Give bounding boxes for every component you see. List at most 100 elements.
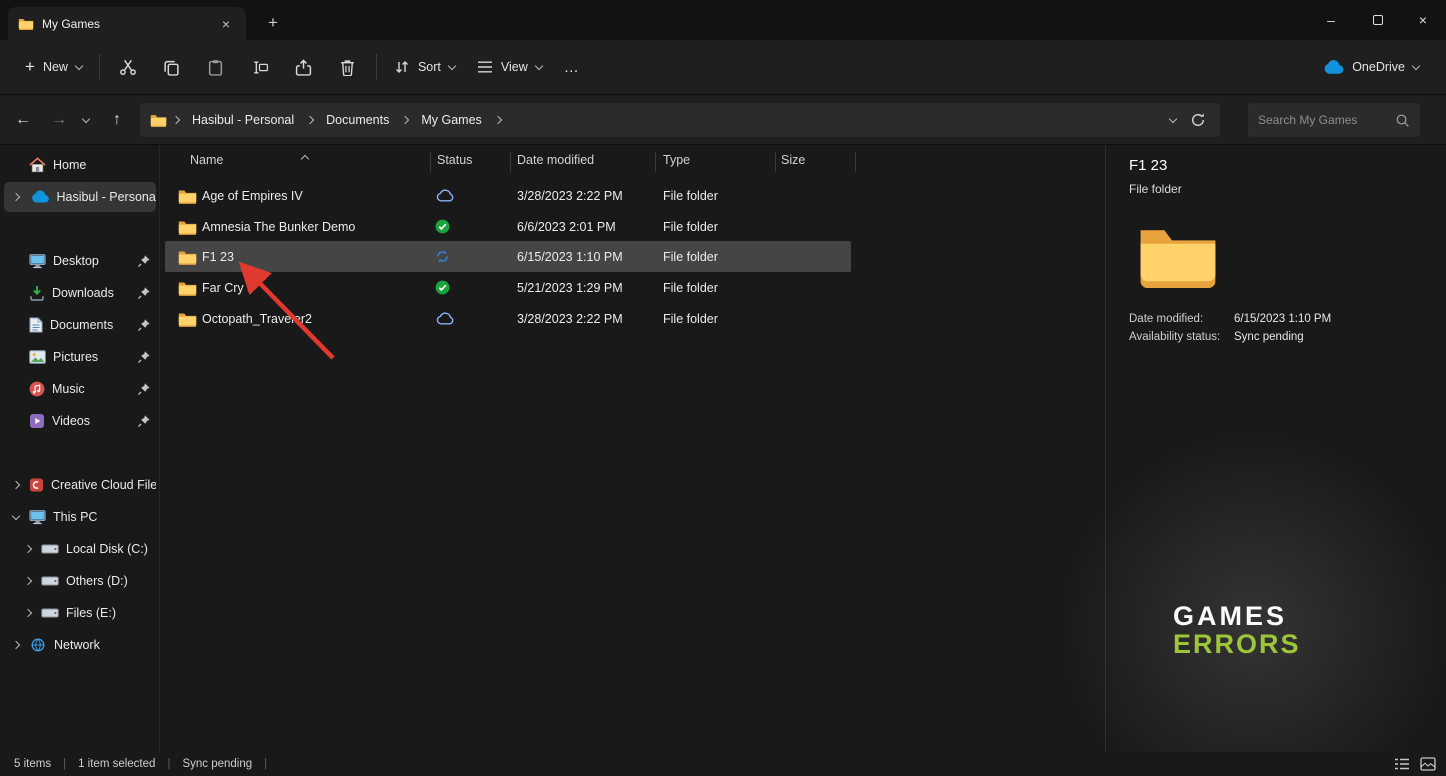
sidebar-item-pictures[interactable]: Pictures [4, 342, 156, 372]
breadcrumb-chevron-icon[interactable] [304, 117, 316, 123]
file-name[interactable]: Octopath_Traveler2 [202, 303, 312, 334]
column-header-name[interactable]: Name [190, 153, 223, 167]
breadcrumb-item[interactable]: My Games [414, 109, 488, 131]
sort-icon [394, 59, 410, 75]
breadcrumb-chevron-icon[interactable] [492, 117, 504, 123]
pin-icon [137, 382, 151, 396]
close-button[interactable]: × [1400, 0, 1446, 40]
column-header-status[interactable]: Status [437, 153, 472, 167]
sidebar-item-others-d[interactable]: Others (D:) [4, 566, 156, 596]
back-button[interactable]: ← [8, 105, 38, 135]
up-button[interactable]: ↑ [102, 105, 132, 135]
details-availability-value: Sync pending [1234, 331, 1304, 343]
details-subtitle: File folder [1129, 182, 1182, 196]
file-name[interactable]: Far Cry 5 [202, 272, 254, 303]
file-name[interactable]: Age of Empires IV [202, 180, 303, 211]
column-divider[interactable] [855, 152, 856, 172]
rename-button[interactable] [238, 50, 282, 84]
sidebar-item-label: Others (D:) [66, 574, 128, 588]
view-button[interactable]: View [466, 52, 553, 82]
chevron-right-icon[interactable] [22, 610, 34, 616]
refresh-icon[interactable] [1190, 112, 1206, 128]
file-row[interactable]: Age of Empires IV 3/28/2023 2:22 PM File… [165, 180, 1110, 211]
sidebar-item-network[interactable]: Network [4, 630, 156, 660]
large-icons-view-toggle[interactable] [1418, 756, 1438, 772]
sidebar-item-music[interactable]: Music [4, 374, 156, 404]
paste-icon [207, 59, 224, 76]
address-dropdown-icon[interactable] [1169, 115, 1177, 123]
column-divider[interactable] [775, 152, 776, 172]
new-tab-button[interactable]: + [262, 12, 284, 34]
minimize-button[interactable]: – [1308, 0, 1354, 40]
file-row-selected[interactable]: F1 23 6/15/2023 1:10 PM File folder [165, 241, 851, 272]
file-type: File folder [663, 180, 718, 211]
sidebar-item-documents[interactable]: Documents [4, 310, 156, 340]
column-header-date-modified[interactable]: Date modified [517, 153, 594, 167]
search-input[interactable] [1258, 113, 1395, 127]
file-row[interactable]: Amnesia The Bunker Demo 6/6/2023 2:01 PM… [165, 211, 1110, 242]
address-bar[interactable]: Hasibul - Personal Documents My Games [140, 103, 1220, 137]
explorer-tab[interactable]: My Games × [8, 7, 246, 40]
titlebar[interactable]: My Games × + – × [0, 0, 1446, 40]
share-button[interactable] [282, 50, 326, 84]
search-box[interactable] [1248, 103, 1420, 137]
sidebar-item-videos[interactable]: Videos [4, 406, 156, 436]
sidebar-item-downloads[interactable]: Downloads [4, 278, 156, 308]
file-name[interactable]: Amnesia The Bunker Demo [202, 211, 355, 242]
search-icon[interactable] [1395, 113, 1410, 128]
command-bar: + New Sort View … OneDrive [0, 40, 1446, 95]
breadcrumb-item[interactable]: Documents [319, 109, 396, 131]
sidebar-item-label: Music [52, 382, 85, 396]
onedrive-status-button[interactable]: OneDrive [1310, 52, 1430, 83]
sidebar-item-desktop[interactable]: Desktop [4, 246, 156, 276]
paste-button[interactable] [194, 50, 238, 84]
forward-button[interactable]: → [44, 105, 74, 135]
network-icon [29, 638, 47, 652]
new-button-label: New [43, 60, 68, 74]
chevron-right-icon[interactable] [10, 482, 22, 488]
column-divider[interactable] [510, 152, 511, 172]
file-date-modified: 6/15/2023 1:10 PM [517, 241, 623, 272]
column-header-size[interactable]: Size [781, 153, 805, 167]
details-view-toggle[interactable] [1392, 756, 1412, 772]
creative-cloud-icon [29, 477, 44, 493]
sidebar-item-home[interactable]: Home [4, 150, 156, 180]
column-header-type[interactable]: Type [663, 153, 690, 167]
sidebar-item-label: Desktop [53, 254, 99, 268]
cut-button[interactable] [106, 50, 150, 84]
column-divider[interactable] [655, 152, 656, 172]
file-row[interactable]: Far Cry 5 5/21/2023 1:29 PM File folder [165, 272, 1110, 303]
file-row[interactable]: Octopath_Traveler2 3/28/2023 2:22 PM Fil… [165, 303, 1110, 334]
breadcrumb-chevron-icon [170, 117, 182, 123]
delete-button[interactable] [326, 50, 370, 84]
copy-button[interactable] [150, 50, 194, 84]
folder-icon [18, 17, 34, 30]
onedrive-label: OneDrive [1352, 60, 1405, 74]
chevron-right-icon[interactable] [22, 578, 34, 584]
file-name[interactable]: F1 23 [202, 241, 234, 272]
breadcrumb-chevron-icon[interactable] [399, 117, 411, 123]
chevron-down-icon [448, 62, 456, 70]
chevron-down-icon[interactable] [10, 515, 22, 519]
sidebar-item-onedrive-personal[interactable]: Hasibul - Personal [4, 182, 156, 212]
maximize-button[interactable] [1355, 0, 1401, 40]
sort-button[interactable]: Sort [383, 51, 466, 83]
recent-locations-button[interactable] [74, 105, 98, 135]
chevron-right-icon[interactable] [10, 194, 22, 200]
tab-close-icon[interactable]: × [216, 14, 236, 34]
column-divider[interactable] [430, 152, 431, 172]
sidebar-item-this-pc[interactable]: This PC [4, 502, 156, 532]
breadcrumb-item[interactable]: Hasibul - Personal [185, 109, 301, 131]
more-options-button[interactable]: … [553, 51, 591, 84]
sidebar-item-creative-cloud-files[interactable]: Creative Cloud Files [4, 470, 156, 500]
pane-divider[interactable] [1105, 145, 1106, 752]
chevron-right-icon[interactable] [22, 546, 34, 552]
folder-icon [178, 280, 197, 296]
navigation-bar: ← → ↑ Hasibul - Personal Documents My Ga… [0, 95, 1446, 145]
sidebar-item-local-disk-c[interactable]: Local Disk (C:) [4, 534, 156, 564]
sidebar-item-label: Hasibul - Personal [56, 190, 156, 204]
chevron-right-icon[interactable] [10, 642, 22, 648]
sidebar-item-files-e[interactable]: Files (E:) [4, 598, 156, 628]
view-button-label: View [501, 60, 528, 74]
new-button[interactable]: + New [14, 52, 93, 83]
